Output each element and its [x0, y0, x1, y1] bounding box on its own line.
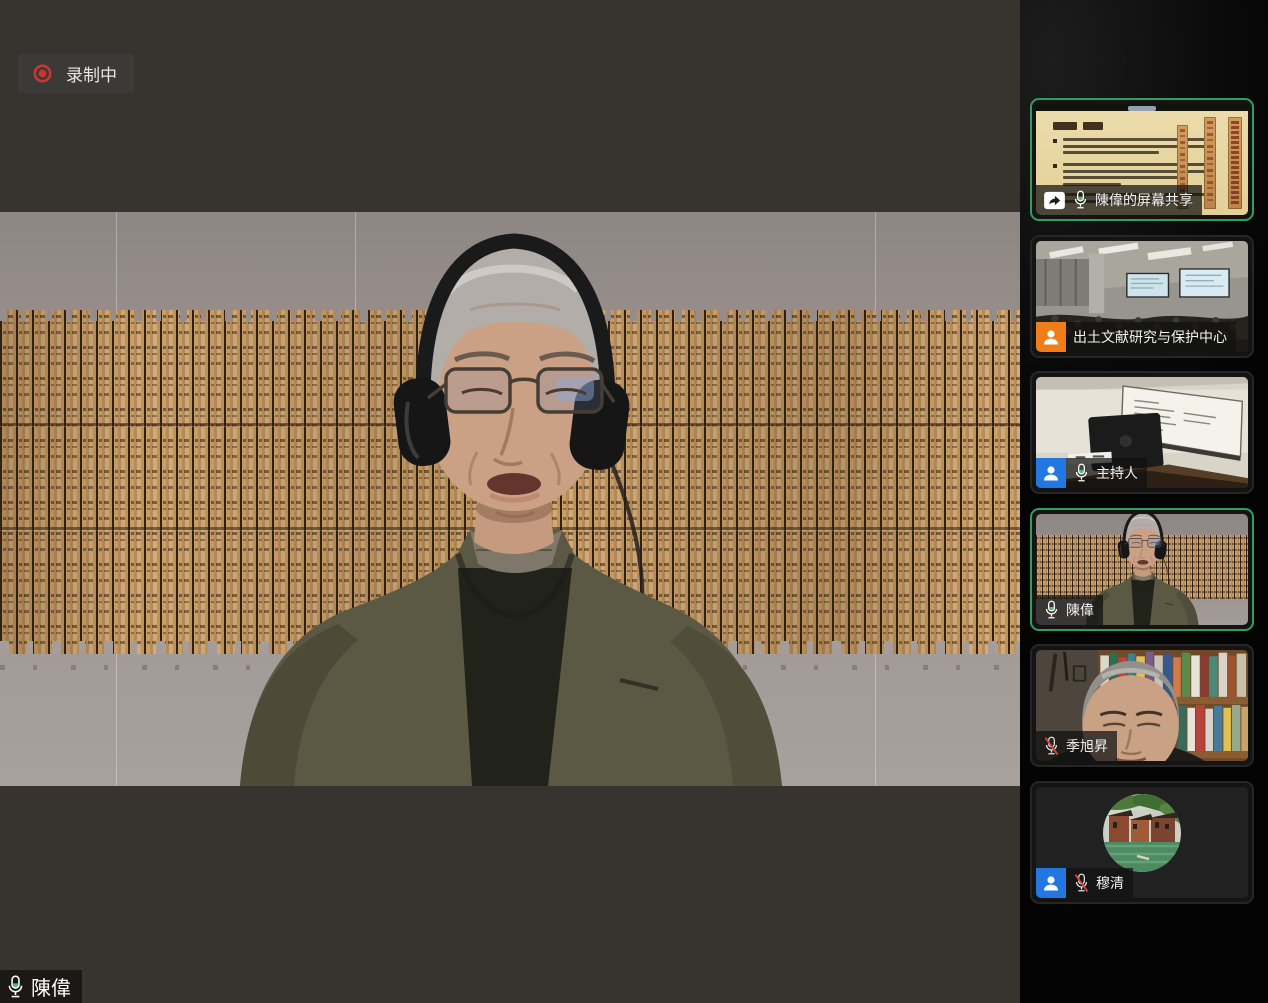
main-speaker-name: 陳偉	[31, 972, 71, 1001]
person-badge-blue-icon	[1036, 458, 1066, 488]
recording-label: 录制中	[66, 61, 117, 86]
mic-on-icon	[1073, 462, 1090, 484]
participant-name: 季旭昇	[1066, 736, 1108, 756]
screen-share-icon	[1043, 191, 1066, 210]
recording-indicator: 录制中	[18, 54, 134, 93]
main-speaker-name-badge: 陳偉	[0, 970, 82, 1003]
person-badge-blue-icon	[1036, 868, 1066, 898]
participant-name: 主持人	[1096, 463, 1138, 483]
participant-tile-classroom[interactable]: 出土文献研究与保护中心	[1030, 235, 1254, 358]
mic-muted-icon	[1043, 735, 1060, 757]
participant-tile-host[interactable]: 主持人	[1030, 371, 1254, 494]
participant-tile-jixusheng[interactable]: 季旭昇	[1030, 644, 1254, 767]
person-badge-orange-icon	[1036, 322, 1066, 352]
mic-on-icon	[5, 974, 26, 1000]
participant-tile-screen-share[interactable]: 陳偉的屏幕共享	[1030, 98, 1254, 221]
participant-name: 出土文献研究与保护中心	[1073, 327, 1227, 347]
main-stage: 录制中 陳偉	[0, 0, 1020, 1003]
record-icon	[32, 63, 53, 84]
participant-name: 陳偉	[1066, 600, 1094, 620]
mic-on-icon	[1043, 599, 1060, 621]
participant-name: 穆清	[1096, 873, 1124, 893]
avatar	[1103, 794, 1181, 872]
participant-tile-muqing[interactable]: 穆清	[1030, 781, 1254, 904]
participants-sidebar: 陳偉的屏幕共享	[1020, 0, 1268, 1003]
main-speaker-video	[0, 212, 1020, 786]
mic-muted-icon	[1073, 872, 1090, 894]
participant-name: 陳偉的屏幕共享	[1095, 190, 1193, 210]
mic-on-icon	[1072, 189, 1089, 211]
speaker-portrait	[0, 212, 1020, 786]
participant-tile-chenwei[interactable]: 陳偉	[1030, 508, 1254, 631]
